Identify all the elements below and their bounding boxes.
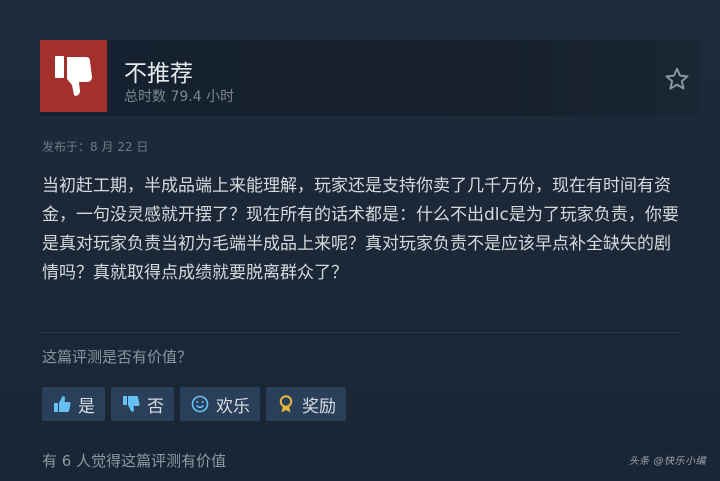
watermark: 头条 @快乐小编 [628, 456, 706, 467]
vote-funny-label: 欢乐 [216, 396, 250, 417]
award-button[interactable]: 奖励 [266, 387, 346, 421]
vote-yes-button[interactable]: 是 [42, 387, 105, 421]
thumbs-down-badge [40, 40, 107, 112]
vote-yes-label: 是 [78, 396, 95, 417]
helpful-summary: 有 6 人觉得这篇评测有价值 [42, 452, 227, 470]
review-card: 不推荐 总时数 79.4 小时 发布于：8 月 22 日 当初赶工期，半成品端上… [0, 0, 720, 481]
rating-title: 不推荐 [124, 61, 193, 87]
vote-no-button[interactable]: 否 [111, 387, 174, 421]
playtime-hours: 总时数 79.4 小时 [124, 89, 235, 105]
smiley-icon [191, 395, 209, 413]
thumbs-down-icon [54, 56, 92, 96]
helpful-question: 这篇评测是否有价值？ [42, 348, 193, 366]
star-icon[interactable] [664, 66, 690, 92]
posted-date: 发布于：8 月 22 日 [42, 140, 149, 154]
review-header: 不推荐 总时数 79.4 小时 [40, 40, 700, 116]
award-icon [279, 395, 293, 413]
vote-no-label: 否 [147, 396, 164, 417]
award-label: 奖励 [302, 396, 336, 417]
divider [42, 332, 682, 333]
review-content: 当初赶工期，半成品端上来能理解，玩家还是支持你卖了几千万份，现在有时间有资金，一… [42, 176, 679, 283]
thumbs-up-icon [54, 396, 71, 412]
feedback-buttons: 是 否 欢乐 奖励 [42, 387, 346, 421]
vote-funny-button[interactable]: 欢乐 [180, 387, 260, 421]
thumbs-down-icon [123, 396, 140, 412]
